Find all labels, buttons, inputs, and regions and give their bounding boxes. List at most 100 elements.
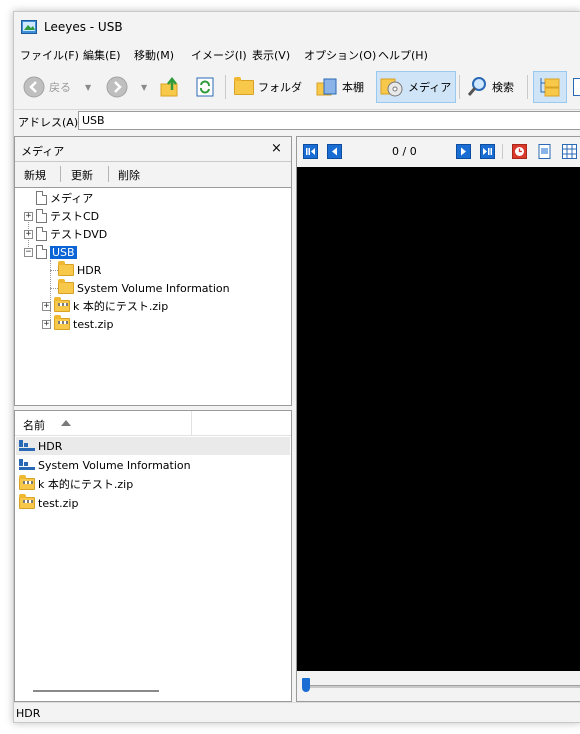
expand-icon[interactable]: + [42, 319, 51, 329]
tree-item-hdr[interactable]: HDR [58, 261, 101, 279]
last-page-icon[interactable] [480, 144, 495, 159]
expand-icon[interactable]: + [24, 229, 33, 239]
expand-icon[interactable]: + [24, 211, 33, 221]
seek-track[interactable] [307, 685, 580, 688]
media-button[interactable]: メディア [376, 71, 456, 103]
back-dropdown-icon[interactable]: ▼ [85, 83, 91, 92]
column-header-name[interactable]: 名前 [23, 417, 45, 433]
zip-folder-icon [54, 297, 70, 312]
up-folder-button[interactable] [156, 71, 184, 103]
status-bar: HDR [14, 702, 580, 722]
list-header: 名前 [15, 411, 291, 436]
tree-line [50, 288, 58, 289]
clock-icon[interactable] [512, 144, 527, 159]
horizontal-scrollbar[interactable] [33, 690, 159, 692]
back-button[interactable]: 戻る [20, 71, 74, 103]
folder-icon [58, 261, 74, 276]
delete-media-button[interactable]: 削除 [118, 167, 140, 183]
tree-label: メディア [50, 192, 94, 205]
menu-help[interactable]: ヘルプ(H) [378, 47, 428, 63]
folder-button[interactable]: フォルダ [231, 71, 305, 103]
menu-options[interactable]: オプション(O) [304, 47, 376, 63]
page-counter: 0 / 0 [392, 145, 417, 158]
status-text: HDR [16, 707, 41, 720]
drive-folder-icon [19, 440, 35, 452]
zip-folder-icon [19, 494, 35, 509]
toolbar-separator [225, 75, 226, 99]
search-button[interactable]: 検索 [463, 71, 517, 103]
address-label: アドレス(A) [18, 116, 79, 129]
toolbar-separator [527, 75, 528, 99]
view-toggle-button[interactable] [570, 71, 580, 103]
tree-item-testdvd[interactable]: + テストDVD [24, 225, 107, 243]
menu-move[interactable]: 移動(M) [134, 47, 174, 63]
back-arrow-icon [23, 76, 45, 98]
forward-button[interactable] [103, 71, 131, 103]
forward-dropdown-icon[interactable]: ▼ [141, 83, 147, 92]
list-row-system-volume[interactable]: System Volume Information [19, 456, 191, 474]
address-bar: アドレス(A) USB [14, 110, 580, 132]
app-window: Leeyes - USB ファイル(F) 編集(E) 移動(M) イメージ(I)… [13, 11, 580, 723]
new-media-button[interactable]: 新規 [24, 167, 46, 183]
document-icon [36, 191, 47, 205]
window-title: Leeyes - USB [44, 20, 123, 34]
up-folder-icon [160, 76, 178, 97]
zip-folder-icon [19, 475, 35, 490]
forward-arrow-icon [106, 76, 128, 98]
seek-thumb[interactable] [302, 678, 310, 692]
search-label: 検索 [492, 81, 514, 94]
list-row-zip-1[interactable]: k 本的にテスト.zip [19, 475, 133, 493]
image-canvas[interactable] [297, 167, 580, 671]
image-viewer: 0 / 0 [296, 136, 580, 702]
next-page-icon[interactable] [456, 144, 471, 159]
title-bar[interactable]: Leeyes - USB [14, 12, 580, 43]
media-label: メディア [408, 81, 452, 94]
address-input[interactable]: USB [78, 111, 580, 130]
media-actions-bar: 新規 更新 削除 [15, 162, 291, 188]
document-icon [36, 227, 47, 241]
bookshelf-button[interactable]: 本棚 [313, 71, 367, 103]
folder-tree-toggle-button[interactable] [533, 71, 567, 103]
collapse-icon[interactable]: − [24, 247, 33, 257]
list-row-hdr[interactable]: HDR [16, 437, 290, 455]
first-page-icon[interactable] [303, 144, 318, 159]
viewer-separator [502, 144, 503, 159]
expand-icon[interactable]: + [42, 301, 51, 311]
viewer-toolbar: 0 / 0 [297, 137, 580, 165]
tree-item-zip-1[interactable]: + k 本的にテスト.zip [42, 297, 168, 315]
drive-folder-icon [19, 459, 35, 471]
previous-page-icon[interactable] [327, 144, 342, 159]
grid-view-icon[interactable] [562, 144, 577, 159]
bookshelf-label: 本棚 [342, 81, 364, 94]
tree-item-system-volume[interactable]: System Volume Information [58, 279, 230, 297]
document-icon [36, 209, 47, 223]
column-separator[interactable] [191, 411, 192, 435]
menu-bar: ファイル(F) 編集(E) 移動(M) イメージ(I) 表示(V) オプション(… [14, 43, 580, 65]
tree-root-media[interactable]: メディア [36, 189, 93, 207]
page-view-icon[interactable] [537, 144, 552, 159]
folder-icon [234, 76, 254, 95]
tree-label: System Volume Information [77, 281, 230, 295]
file-list-panel: 名前 HDR System Volume Information k 本的にテス… [14, 410, 292, 702]
bookshelf-icon [316, 78, 337, 96]
tree-item-testcd[interactable]: + テストCD [24, 207, 99, 225]
refresh-media-button[interactable]: 更新 [71, 167, 93, 183]
folder-label: フォルダ [258, 81, 302, 94]
menu-view[interactable]: 表示(V) [252, 47, 290, 63]
close-icon[interactable]: × [271, 141, 282, 156]
tree-label: test.zip [73, 317, 114, 331]
menu-edit[interactable]: 編集(E) [83, 47, 121, 63]
tree-label: HDR [77, 263, 102, 277]
refresh-button[interactable] [191, 71, 219, 103]
sort-ascending-icon [61, 420, 71, 426]
list-label: System Volume Information [38, 458, 191, 472]
tree-label: テストCD [50, 210, 100, 223]
media-panel: メディア × 新規 更新 削除 メディア + テストCD + テストDVD − … [14, 136, 292, 406]
list-row-zip-2[interactable]: test.zip [19, 494, 78, 512]
tree-label-selected: USB [49, 244, 78, 260]
tree-item-usb[interactable]: − USB [24, 243, 78, 261]
tree-item-zip-2[interactable]: + test.zip [42, 315, 113, 333]
menu-image[interactable]: イメージ(I) [191, 47, 247, 63]
action-separator [60, 166, 61, 182]
menu-file[interactable]: ファイル(F) [20, 47, 79, 63]
